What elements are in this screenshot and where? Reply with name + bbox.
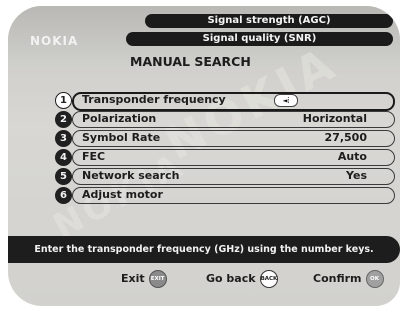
item-number-badge: 6 xyxy=(55,187,72,204)
item-value: Horizontal xyxy=(302,112,367,125)
item-number-badge: 4 xyxy=(55,149,72,166)
item-label: Adjust motor xyxy=(82,188,163,201)
go-back-button[interactable]: Go back BACK xyxy=(206,270,278,288)
frequency-input[interactable]: ◄⁞ xyxy=(274,94,298,107)
item-label: Network search xyxy=(82,169,180,182)
confirm-label: Confirm xyxy=(313,272,362,285)
menu-item-fec[interactable]: 4 FEC Auto xyxy=(55,149,395,166)
item-value: Yes xyxy=(346,169,367,182)
page-title: MANUAL SEARCH xyxy=(130,54,251,69)
item-number-badge: 3 xyxy=(55,130,72,147)
item-number-badge: 5 xyxy=(55,168,72,185)
go-back-label: Go back xyxy=(206,272,256,285)
tv-screen: NOKIA NOKIA NOKIA Signal strength (AGC) … xyxy=(8,6,400,306)
menu-item-symbol-rate[interactable]: 3 Symbol Rate 27,500 xyxy=(55,130,395,147)
back-key-icon: BACK xyxy=(259,270,278,288)
item-label: Polarization xyxy=(82,112,157,125)
menu-item-transponder-frequency[interactable]: 1 Transponder frequency ◄⁞ xyxy=(55,92,395,111)
item-value: Auto xyxy=(337,150,367,163)
item-label: FEC xyxy=(82,150,106,163)
exit-label: Exit xyxy=(121,272,145,285)
confirm-button[interactable]: Confirm OK xyxy=(313,270,384,288)
item-number-badge: 2 xyxy=(55,111,72,128)
item-value: 27,500 xyxy=(324,131,367,144)
ok-key-icon: OK xyxy=(365,270,384,288)
help-text-bar: Enter the transponder frequency (GHz) us… xyxy=(8,236,400,263)
menu-item-network-search[interactable]: 5 Network search Yes xyxy=(55,168,395,185)
signal-quality-meter: Signal quality (SNR) xyxy=(126,32,393,46)
item-label: Transponder frequency xyxy=(82,93,226,106)
item-number-badge: 1 xyxy=(55,92,72,109)
signal-strength-meter: Signal strength (AGC) xyxy=(145,14,393,28)
exit-key-icon: EXIT xyxy=(148,270,167,288)
menu-item-adjust-motor[interactable]: 6 Adjust motor xyxy=(55,187,395,204)
item-label: Symbol Rate xyxy=(82,131,161,144)
menu-item-polarization[interactable]: 2 Polarization Horizontal xyxy=(55,111,395,128)
brand-logo: NOKIA xyxy=(30,34,79,48)
exit-button[interactable]: Exit EXIT xyxy=(121,270,167,288)
